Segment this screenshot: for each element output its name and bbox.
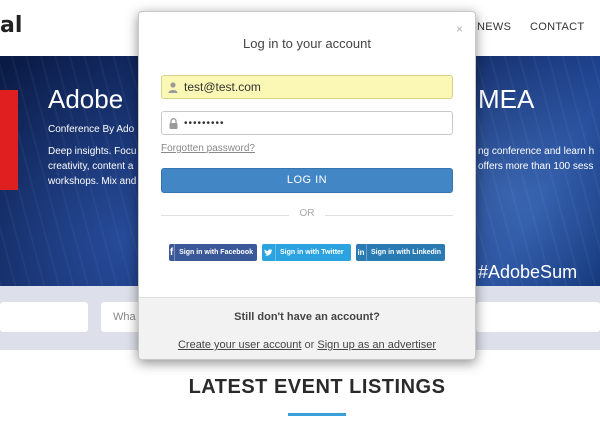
- linkedin-icon: in: [356, 244, 367, 261]
- advertiser-signup-link[interactable]: Sign up as an advertiser: [317, 339, 436, 351]
- password-field[interactable]: •••••••••: [161, 111, 453, 135]
- hero-text-line: workshops. Mix and: [48, 176, 137, 187]
- email-field[interactable]: test@test.com: [161, 75, 453, 99]
- signup-links: Create your user account or Sign up as a…: [139, 339, 475, 351]
- hero-hashtag: #AdobeSum: [478, 262, 578, 282]
- or-word: or: [304, 339, 315, 351]
- create-account-link[interactable]: Create your user account: [178, 339, 302, 351]
- search-field-right[interactable]: [476, 302, 600, 332]
- nav-item-contact[interactable]: CONTACT: [530, 21, 584, 33]
- hero-subtitle: Conference By Ado: [48, 124, 135, 135]
- linkedin-signin-label: Sign in with Linkedin: [371, 249, 441, 256]
- signup-prompt: Still don't have an account?: [234, 311, 380, 323]
- login-modal: × Log in to your account test@test.com •…: [138, 11, 476, 360]
- modal-footer: Still don't have an account? Create your…: [139, 297, 475, 359]
- section-title-underline: [288, 413, 346, 416]
- twitter-signin-button[interactable]: Sign in with Twitter: [262, 244, 351, 261]
- hero-title-suffix: MEA: [478, 84, 535, 114]
- forgot-password-link[interactable]: Forgotten password?: [161, 143, 255, 154]
- linkedin-signin-button[interactable]: in Sign in with Linkedin: [356, 244, 445, 261]
- login-button[interactable]: LOG IN: [161, 168, 453, 193]
- modal-title: Log in to your account: [243, 36, 371, 51]
- hero-text-line: Deep insights. Focu: [48, 146, 137, 157]
- twitter-icon: [262, 244, 276, 261]
- hero-text-line: ng conference and learn h: [478, 146, 595, 157]
- twitter-signin-label: Sign in with Twitter: [280, 249, 344, 256]
- lock-icon: [162, 117, 184, 129]
- or-divider: OR: [161, 208, 453, 222]
- or-text: OR: [299, 208, 315, 219]
- close-icon[interactable]: ×: [456, 22, 463, 36]
- facebook-signin-button[interactable]: f Sign in with Facebook: [169, 244, 257, 261]
- user-icon: [162, 81, 184, 93]
- facebook-signin-label: Sign in with Facebook: [179, 249, 253, 256]
- nav-item-news[interactable]: NEWS: [477, 21, 511, 33]
- search-field-location[interactable]: [0, 302, 88, 332]
- hero-text-line: offers more than 100 sess: [478, 161, 594, 172]
- divider-line: [325, 215, 453, 216]
- password-value: •••••••••: [184, 117, 225, 129]
- site-logo[interactable]: al: [0, 13, 22, 38]
- hero-title: Adobe: [48, 84, 124, 114]
- section-title: LATEST EVENT LISTINGS: [188, 376, 446, 398]
- hero-text-line: creativity, content a: [48, 161, 134, 172]
- email-value: test@test.com: [184, 80, 261, 94]
- adobe-logo-mark: [0, 90, 18, 190]
